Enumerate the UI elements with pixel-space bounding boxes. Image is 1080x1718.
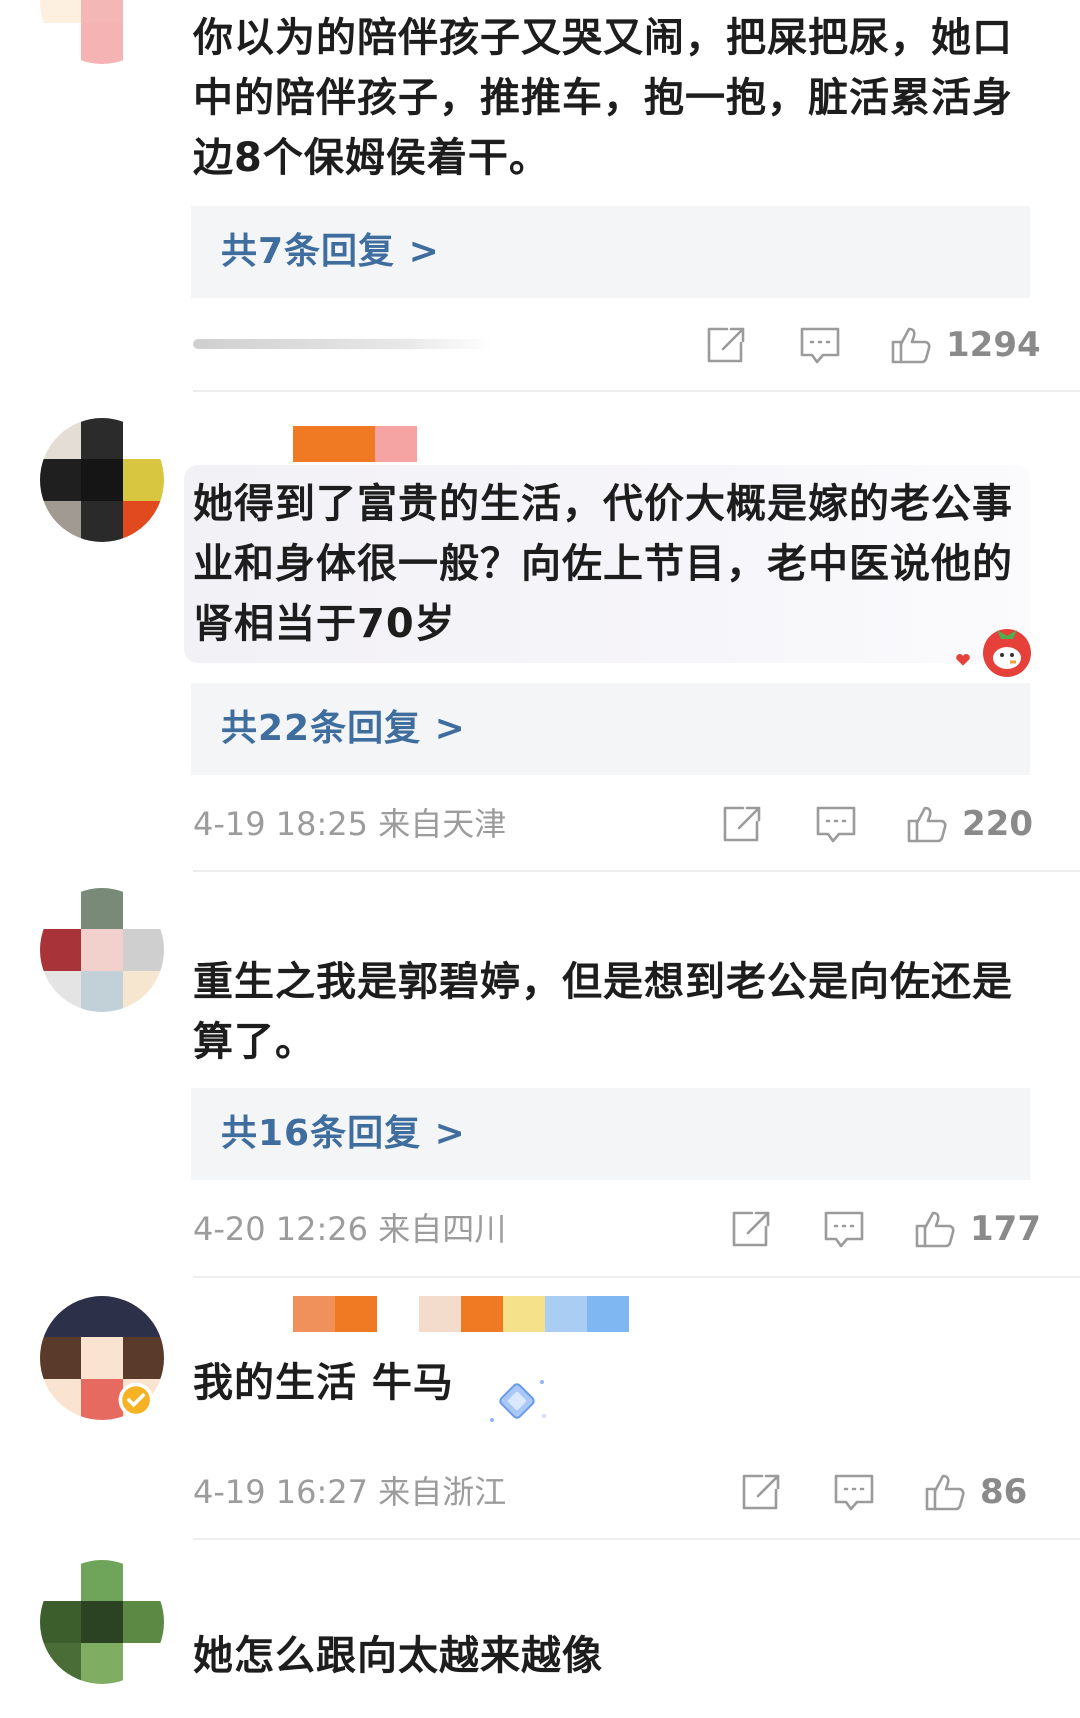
share-icon[interactable]	[721, 804, 763, 844]
like-icon[interactable]	[890, 325, 932, 365]
divider	[193, 1538, 1080, 1540]
comment-meta: 4-19 18:25 来自天津 220	[193, 794, 1033, 854]
avatar[interactable]	[40, 0, 164, 64]
share-icon[interactable]	[730, 1209, 772, 1249]
divider	[193, 1276, 1080, 1278]
avatar[interactable]	[40, 418, 164, 542]
like-count: 1294	[946, 325, 1041, 365]
comment-icon[interactable]	[833, 1472, 875, 1512]
comment-meta: 4-20 12:26 来自四川 177	[193, 1199, 1041, 1259]
like-icon[interactable]	[924, 1472, 966, 1512]
divider	[193, 390, 1080, 392]
like-count: 177	[970, 1209, 1041, 1249]
comment-icon[interactable]	[823, 1209, 865, 1249]
like-icon[interactable]	[906, 804, 948, 844]
divider	[193, 870, 1080, 872]
like-count: 86	[980, 1472, 1028, 1512]
comment-time: 4-20 12:26 来自四川	[193, 1210, 507, 1248]
comment-meta: 4-19 16:27 来自浙江 86	[193, 1462, 1033, 1522]
comment-meta: 1294	[193, 315, 1041, 375]
reply-link[interactable]: 共22条回复 >	[221, 683, 466, 775]
comment-time: 4-19 16:27 来自浙江	[193, 1473, 507, 1511]
comment-text: 她怎么跟向太越来越像	[193, 1633, 603, 1679]
comment-text: 你以为的陪伴孩子又哭又闹，把屎把尿，她口中的陪伴孩子，推推车，抱一抱，脏活累活身…	[193, 15, 1013, 181]
username-blurred[interactable]	[293, 1296, 629, 1332]
username-blurred[interactable]	[293, 426, 417, 462]
share-icon[interactable]	[740, 1472, 782, 1512]
reply-box[interactable]: 共16条回复 >	[191, 1088, 1030, 1180]
share-icon[interactable]	[705, 325, 747, 365]
reply-box[interactable]: 共22条回复 >	[191, 683, 1030, 775]
verified-badge-icon	[118, 1382, 154, 1418]
heart-icon	[956, 654, 970, 666]
avatar[interactable]	[40, 1560, 164, 1684]
comment-icon[interactable]	[799, 325, 841, 365]
comment-text: 我的生活 牛马	[193, 1360, 454, 1406]
strawberry-sticker-icon	[983, 629, 1031, 677]
comment-text: 重生之我是郭碧婷，但是想到老公是向佐还是算了。	[193, 959, 1013, 1065]
avatar[interactable]	[40, 888, 164, 1012]
reply-link[interactable]: 共7条回复 >	[221, 206, 440, 298]
diamond-sticker-icon	[490, 1380, 546, 1422]
meta-blurred	[193, 339, 493, 349]
comment-icon[interactable]	[815, 804, 857, 844]
comment-time: 4-19 18:25 来自天津	[193, 805, 507, 843]
comment-text: 她得到了富贵的生活，代价大概是嫁的老公事业和身体很一般？向佐上节目，老中医说他的…	[193, 481, 1013, 647]
reply-box[interactable]: 共7条回复 >	[191, 206, 1030, 298]
like-count: 220	[962, 804, 1033, 844]
reply-link[interactable]: 共16条回复 >	[221, 1088, 466, 1180]
like-icon[interactable]	[914, 1209, 956, 1249]
